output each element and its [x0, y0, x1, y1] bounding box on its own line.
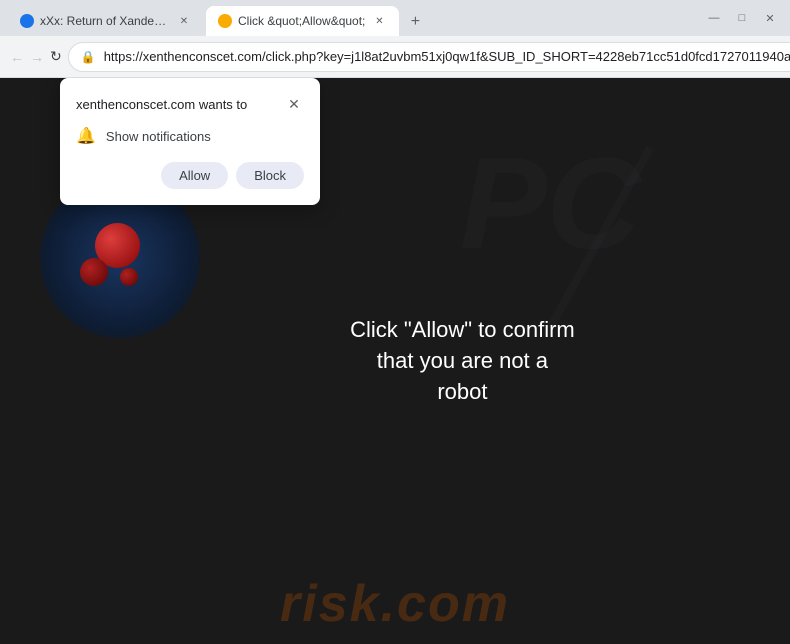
tab2-title: Click &quot;Allow&quot;: [238, 14, 365, 28]
new-tab-button[interactable]: +: [401, 8, 429, 36]
tab1-favicon: [20, 14, 34, 28]
tab-group: xXx: Return of Xander Cage : 1... ✕ Clic…: [8, 0, 698, 36]
maximize-button[interactable]: □: [730, 6, 754, 30]
refresh-button[interactable]: ↻: [50, 41, 62, 73]
red-dot-small: [120, 268, 138, 286]
forward-button[interactable]: →: [30, 41, 44, 73]
block-button[interactable]: Block: [236, 162, 304, 189]
allow-button[interactable]: Allow: [161, 162, 228, 189]
tab1-close-button[interactable]: ✕: [176, 13, 192, 29]
page-content: PC Click "Allow" to confirmthat you are …: [0, 78, 790, 644]
navigation-bar: ← → ↻ 🔒 https://xenthenconscet.com/click…: [0, 36, 790, 78]
red-dot-medium: [80, 258, 108, 286]
main-text: Click "Allow" to confirmthat you are not…: [350, 315, 575, 407]
tab2-close-button[interactable]: ✕: [371, 13, 387, 29]
popup-title: xenthenconscet.com wants to: [76, 97, 247, 112]
tab2-favicon: [218, 14, 232, 28]
address-text: https://xenthenconscet.com/click.php?key…: [104, 49, 790, 64]
main-text-content: Click "Allow" to confirmthat you are not…: [350, 317, 575, 404]
window-controls: — □ ✕: [702, 6, 782, 30]
risk-watermark: risk.com: [280, 574, 510, 634]
circle-inner: [70, 208, 170, 308]
tab-inactive[interactable]: xXx: Return of Xander Cage : 1... ✕: [8, 6, 204, 36]
tab1-title: xXx: Return of Xander Cage : 1...: [40, 14, 170, 28]
lock-icon: 🔒: [81, 50, 96, 64]
notification-row-text: Show notifications: [106, 129, 211, 144]
tab-active[interactable]: Click &quot;Allow&quot; ✕: [206, 6, 399, 36]
bell-icon: 🔔: [76, 126, 96, 146]
address-bar[interactable]: 🔒 https://xenthenconscet.com/click.php?k…: [68, 42, 790, 72]
popup-header: xenthenconscet.com wants to ✕: [76, 94, 304, 114]
notification-popup: xenthenconscet.com wants to ✕ 🔔 Show not…: [60, 78, 320, 205]
browser-window: xXx: Return of Xander Cage : 1... ✕ Clic…: [0, 0, 790, 644]
popup-buttons: Allow Block: [76, 162, 304, 189]
popup-close-button[interactable]: ✕: [284, 94, 304, 114]
minimize-button[interactable]: —: [702, 6, 726, 30]
popup-notification-row: 🔔 Show notifications: [76, 126, 304, 146]
close-button[interactable]: ✕: [758, 6, 782, 30]
back-button[interactable]: ←: [10, 41, 24, 73]
title-bar: xXx: Return of Xander Cage : 1... ✕ Clic…: [0, 0, 790, 36]
